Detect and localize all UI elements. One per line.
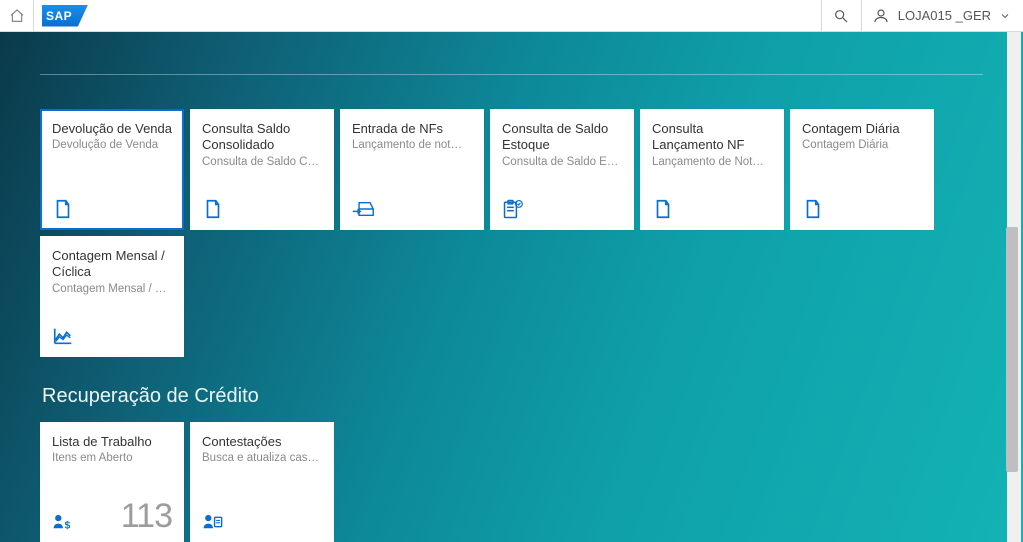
tile-consulta-lancamento-nf[interactable]: Consulta Lançamento NF Lançamento de Not… <box>640 109 784 230</box>
search-button[interactable] <box>821 0 861 32</box>
tile-kpi-number: 113 <box>121 499 172 533</box>
tile-subtitle: Busca e atualiza cas… <box>202 452 322 466</box>
scrollbar-track[interactable] <box>1007 32 1021 542</box>
tile-subtitle: Devolução de Venda <box>52 139 172 153</box>
inbox-icon <box>352 194 472 220</box>
svg-text:$: $ <box>65 520 71 531</box>
app-header: SAP LOJA015 _GER <box>0 0 1023 32</box>
user-menu[interactable]: LOJA015 _GER <box>861 0 1023 32</box>
tile-subtitle: Contagem Mensal / … <box>52 283 172 297</box>
person-doc-icon <box>202 507 322 533</box>
tile-contagem-diaria[interactable]: Contagem Diária Contagem Diária <box>790 109 934 230</box>
tile-contagem-mensal[interactable]: Contagem Mensal / Cíclica Contagem Mensa… <box>40 236 184 357</box>
tile-title: Contagem Mensal / Cíclica <box>52 248 172 281</box>
section-divider <box>40 74 983 75</box>
tile-group-inventory: Devolução de Venda Devolução de Venda Co… <box>40 109 983 357</box>
main-area: Devolução de Venda Devolução de Venda Co… <box>0 32 1023 542</box>
tile-devolucao-venda[interactable]: Devolução de Venda Devolução de Venda <box>40 109 184 230</box>
tile-title: Entrada de NFs <box>352 121 472 137</box>
search-icon <box>833 8 849 24</box>
content: Devolução de Venda Devolução de Venda Co… <box>0 74 1023 542</box>
document-icon <box>52 194 172 220</box>
tile-title: Devolução de Venda <box>52 121 172 137</box>
tile-consulta-saldo-consolidado[interactable]: Consulta Saldo Consolidado Consulta de S… <box>190 109 334 230</box>
tile-contestacoes[interactable]: Contestações Busca e atualiza cas… <box>190 422 334 542</box>
scrollbar-thumb[interactable] <box>1006 227 1018 472</box>
tile-consulta-saldo-estoque[interactable]: Consulta de Saldo Estoque Consulta de Sa… <box>490 109 634 230</box>
tile-entrada-nfs[interactable]: Entrada de NFs Lançamento de not… <box>340 109 484 230</box>
user-label: LOJA015 _GER <box>898 8 991 23</box>
tile-subtitle: Itens em Aberto <box>52 452 172 466</box>
user-icon <box>872 7 890 25</box>
home-icon <box>9 8 25 24</box>
tile-title: Consulta Saldo Consolidado <box>202 121 322 154</box>
logo: SAP <box>34 5 96 27</box>
tile-title: Consulta Lançamento NF <box>652 121 772 154</box>
tile-subtitle: Consulta de Saldo E… <box>502 156 622 170</box>
document-icon <box>202 194 322 220</box>
tile-title: Contagem Diária <box>802 121 922 137</box>
chevron-down-icon <box>999 10 1011 22</box>
clipboard-icon <box>502 194 622 220</box>
document-icon <box>802 194 922 220</box>
tile-subtitle: Contagem Diária <box>802 139 922 153</box>
tile-group-recuperacao: Lista de Trabalho Itens em Aberto $ 113 … <box>40 422 983 542</box>
tile-title: Contestações <box>202 434 322 450</box>
tile-subtitle: Consulta de Saldo C… <box>202 156 322 170</box>
section-title-recuperacao: Recuperação de Crédito <box>42 385 983 408</box>
chart-icon <box>52 321 172 347</box>
tile-title: Lista de Trabalho <box>52 434 172 450</box>
tile-subtitle: Lançamento de Not… <box>652 156 772 170</box>
tile-title: Consulta de Saldo Estoque <box>502 121 622 154</box>
sap-logo: SAP <box>42 5 88 27</box>
document-icon <box>652 194 772 220</box>
home-button[interactable] <box>0 0 34 32</box>
person-dollar-icon: $ <box>52 507 74 533</box>
tile-subtitle: Lançamento de not… <box>352 139 472 153</box>
tile-lista-trabalho[interactable]: Lista de Trabalho Itens em Aberto $ 113 <box>40 422 184 542</box>
